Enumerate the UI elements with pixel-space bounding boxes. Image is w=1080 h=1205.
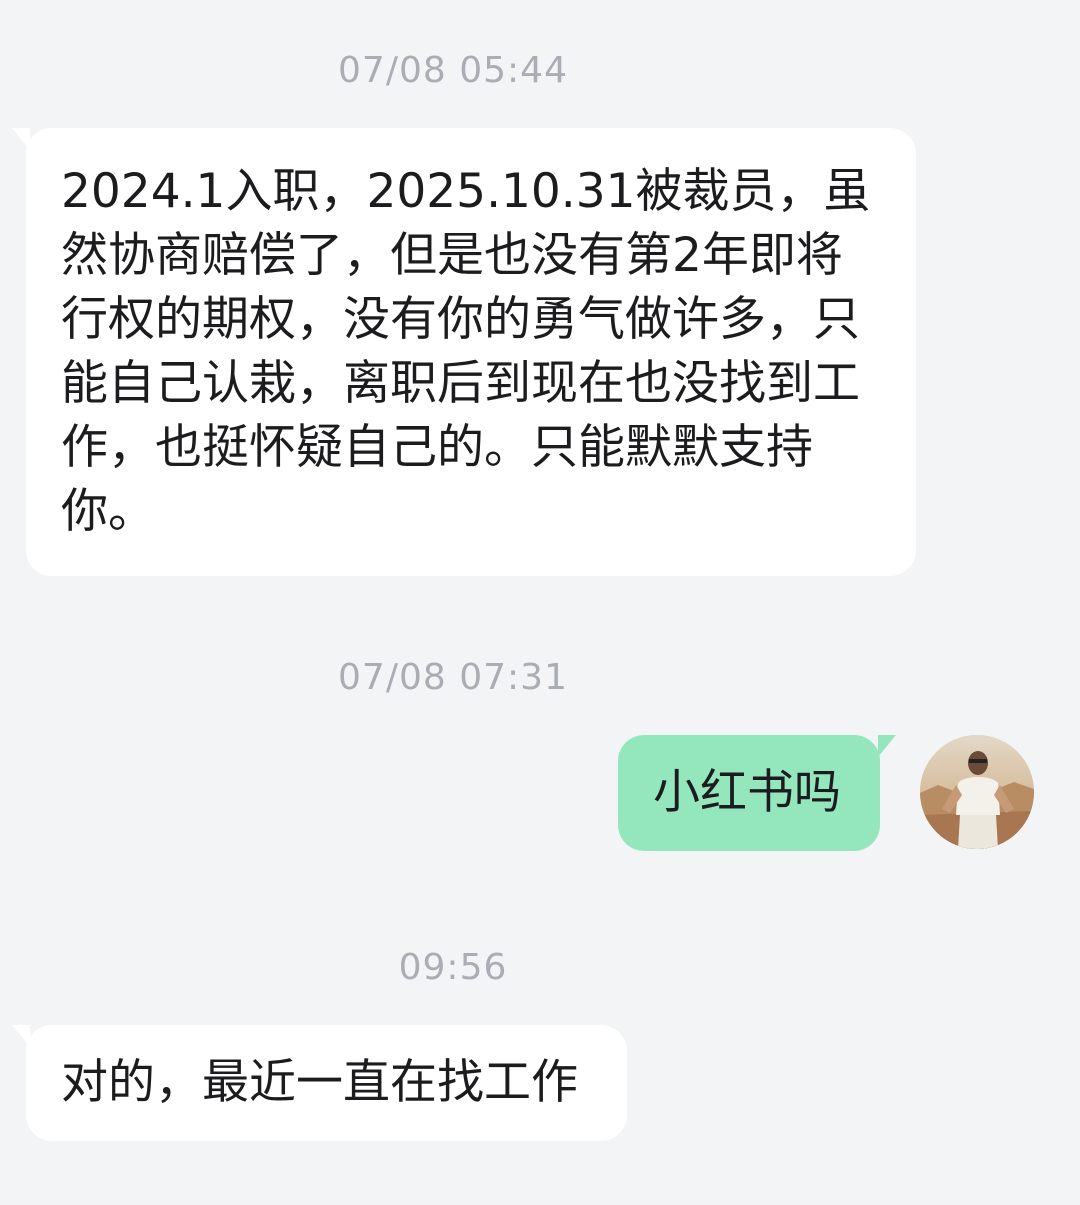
bubble-tail xyxy=(12,1025,30,1047)
message-timestamp: 07/08 05:44 xyxy=(338,50,568,91)
avatar[interactable] xyxy=(920,735,1034,849)
bubble-tail xyxy=(12,128,30,150)
outgoing-message-bubble[interactable]: 小红书吗 xyxy=(618,735,896,851)
incoming-message-bubble[interactable]: 2024.1入职，2025.10.31被裁员，虽然协商赔偿了，但是也没有第2年即… xyxy=(12,128,916,576)
bubble-tail xyxy=(878,735,896,757)
message-text: 对的，最近一直在找工作 xyxy=(61,1055,578,1110)
message-timestamp: 07/08 07:31 xyxy=(338,657,568,698)
message-text: 小红书吗 xyxy=(653,765,841,820)
user-avatar-photo-icon xyxy=(920,735,1034,849)
message-text: 2024.1入职，2025.10.31被裁员，虽然协商赔偿了，但是也没有第2年即… xyxy=(61,164,871,539)
incoming-message-bubble[interactable]: 对的，最近一直在找工作 xyxy=(12,1025,627,1141)
message-timestamp: 09:56 xyxy=(398,947,508,988)
